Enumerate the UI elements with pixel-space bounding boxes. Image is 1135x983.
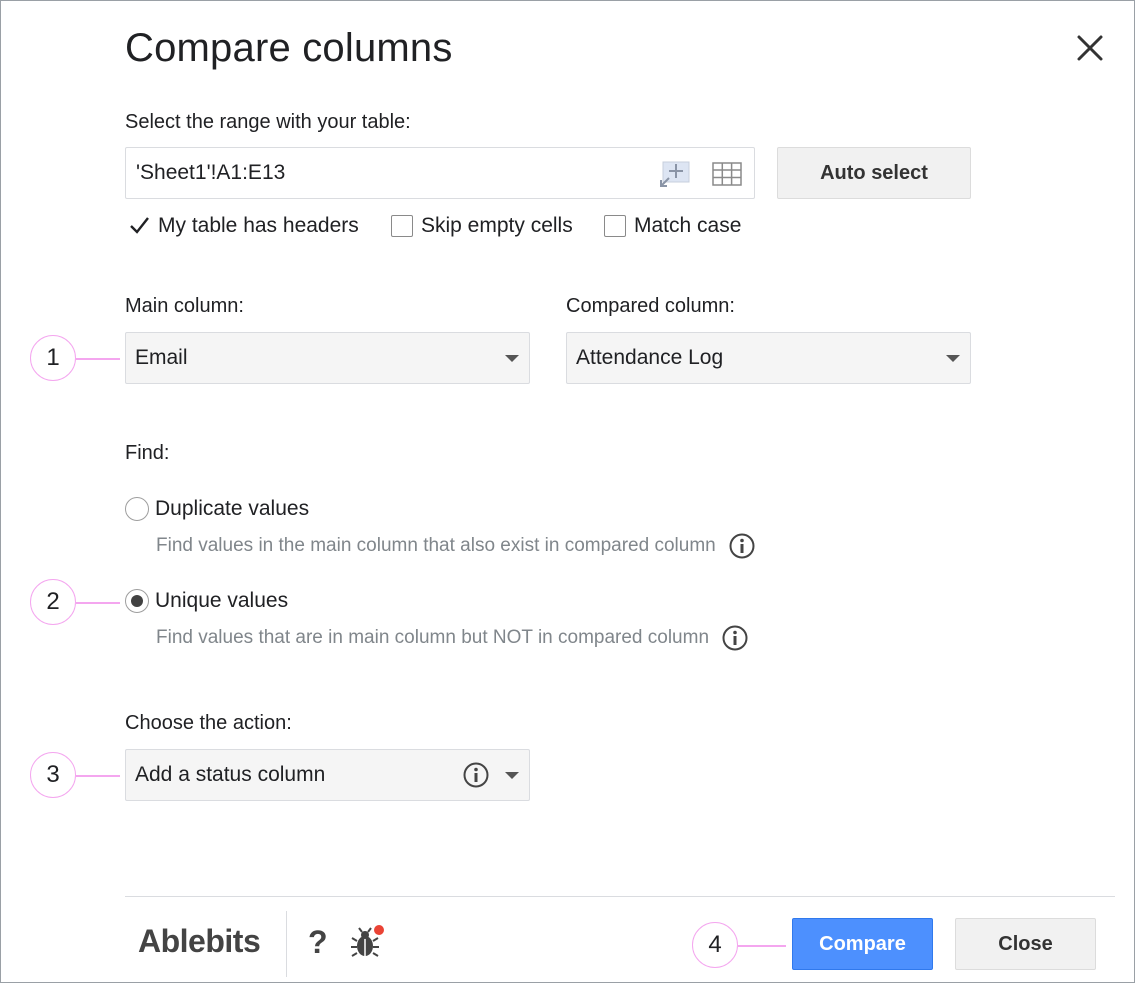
info-icon[interactable]: [728, 532, 756, 560]
close-icon[interactable]: [1072, 30, 1108, 66]
range-input[interactable]: 'Sheet1'!A1:E13: [125, 147, 755, 199]
callout-2-line: [76, 602, 120, 604]
auto-select-button[interactable]: Auto select: [777, 147, 971, 199]
help-icon[interactable]: ?: [308, 924, 328, 961]
headers-checkbox[interactable]: [128, 215, 150, 237]
duplicate-label: Duplicate values: [155, 497, 310, 520]
checkmark-icon: [130, 217, 149, 234]
table-grid-icon[interactable]: [712, 162, 742, 186]
callout-2: 2: [30, 579, 76, 625]
info-icon[interactable]: [721, 624, 749, 652]
duplicate-radio[interactable]: [125, 497, 149, 521]
callout-4-line: [738, 945, 786, 947]
callout-3-line: [76, 775, 120, 777]
range-label: Select the range with your table:: [125, 111, 411, 133]
action-select[interactable]: Add a status column: [125, 749, 530, 801]
info-icon[interactable]: [462, 761, 490, 789]
bug-icon[interactable]: [350, 924, 384, 960]
compared-column-label: Compared column:: [566, 295, 735, 317]
chevron-down-icon: [505, 772, 519, 779]
range-picker-icon[interactable]: [658, 160, 692, 188]
unique-description: Find values that are in main column but …: [156, 624, 749, 652]
callout-4: 4: [692, 922, 738, 968]
headers-option[interactable]: My table has headers: [128, 212, 359, 240]
action-label: Choose the action:: [125, 712, 292, 734]
unique-radio[interactable]: [125, 589, 149, 613]
duplicate-description-text: Find values in the main column that also…: [156, 535, 716, 556]
main-column-label: Main column:: [125, 295, 244, 317]
duplicate-description: Find values in the main column that also…: [156, 532, 756, 560]
headers-label: My table has headers: [158, 214, 359, 237]
callout-1: 1: [30, 335, 76, 381]
unique-option[interactable]: Unique values: [125, 589, 288, 613]
ablebits-logo[interactable]: Ablebits: [138, 923, 261, 960]
chevron-down-icon: [505, 355, 519, 362]
page-title: Compare columns: [125, 26, 453, 70]
find-label: Find:: [125, 442, 170, 464]
main-column-value: Email: [135, 346, 188, 369]
range-value: 'Sheet1'!A1:E13: [136, 161, 286, 184]
unique-description-text: Find values that are in main column but …: [156, 627, 710, 648]
callout-3: 3: [30, 752, 76, 798]
duplicate-option[interactable]: Duplicate values: [125, 497, 309, 521]
skip-empty-checkbox[interactable]: [391, 215, 413, 237]
action-value: Add a status column: [135, 763, 326, 786]
chevron-down-icon: [946, 355, 960, 362]
skip-empty-label: Skip empty cells: [421, 214, 573, 237]
footer-divider: [125, 896, 1115, 897]
unique-label: Unique values: [155, 589, 289, 612]
footer-separator: [286, 911, 287, 977]
close-button[interactable]: Close: [955, 918, 1096, 970]
callout-1-line: [76, 358, 120, 360]
match-case-label: Match case: [634, 214, 742, 237]
match-case-option[interactable]: Match case: [604, 212, 741, 240]
skip-empty-option[interactable]: Skip empty cells: [391, 212, 573, 240]
main-column-select[interactable]: Email: [125, 332, 530, 384]
compare-button[interactable]: Compare: [792, 918, 933, 970]
compared-column-select[interactable]: Attendance Log: [566, 332, 971, 384]
compared-column-value: Attendance Log: [576, 346, 724, 369]
match-case-checkbox[interactable]: [604, 215, 626, 237]
